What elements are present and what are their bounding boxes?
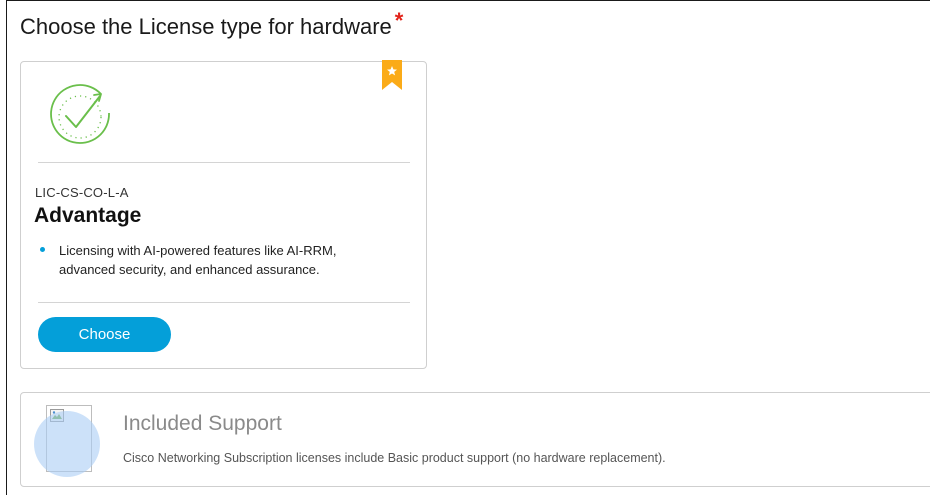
license-card-advantage[interactable]: LIC-CS-CO-L-A Advantage Licensing with A… [20,60,427,369]
bullet-icon [40,247,45,252]
feature-item: Licensing with AI-powered features like … [35,241,395,279]
license-sku: LIC-CS-CO-L-A [35,185,129,200]
required-marker: * [394,8,404,33]
feature-list: Licensing with AI-powered features like … [35,241,395,279]
card-divider-top [38,162,410,163]
choose-button[interactable]: Choose [38,317,171,352]
check-circle-icon [50,84,110,144]
included-support-panel: Included Support Cisco Networking Subscr… [20,392,930,487]
support-title: Included Support [123,412,282,435]
click-highlight [34,411,100,477]
star-bookmark-icon [382,60,402,90]
page-title: Choose the License type for hardware * [20,8,403,40]
support-description: Cisco Networking Subscription licenses i… [123,451,666,465]
feature-text: Licensing with AI-powered features like … [59,243,337,277]
license-tier-name: Advantage [34,204,142,227]
page-title-text: Choose the License type for hardware [20,14,392,39]
card-divider-bottom [38,302,410,303]
